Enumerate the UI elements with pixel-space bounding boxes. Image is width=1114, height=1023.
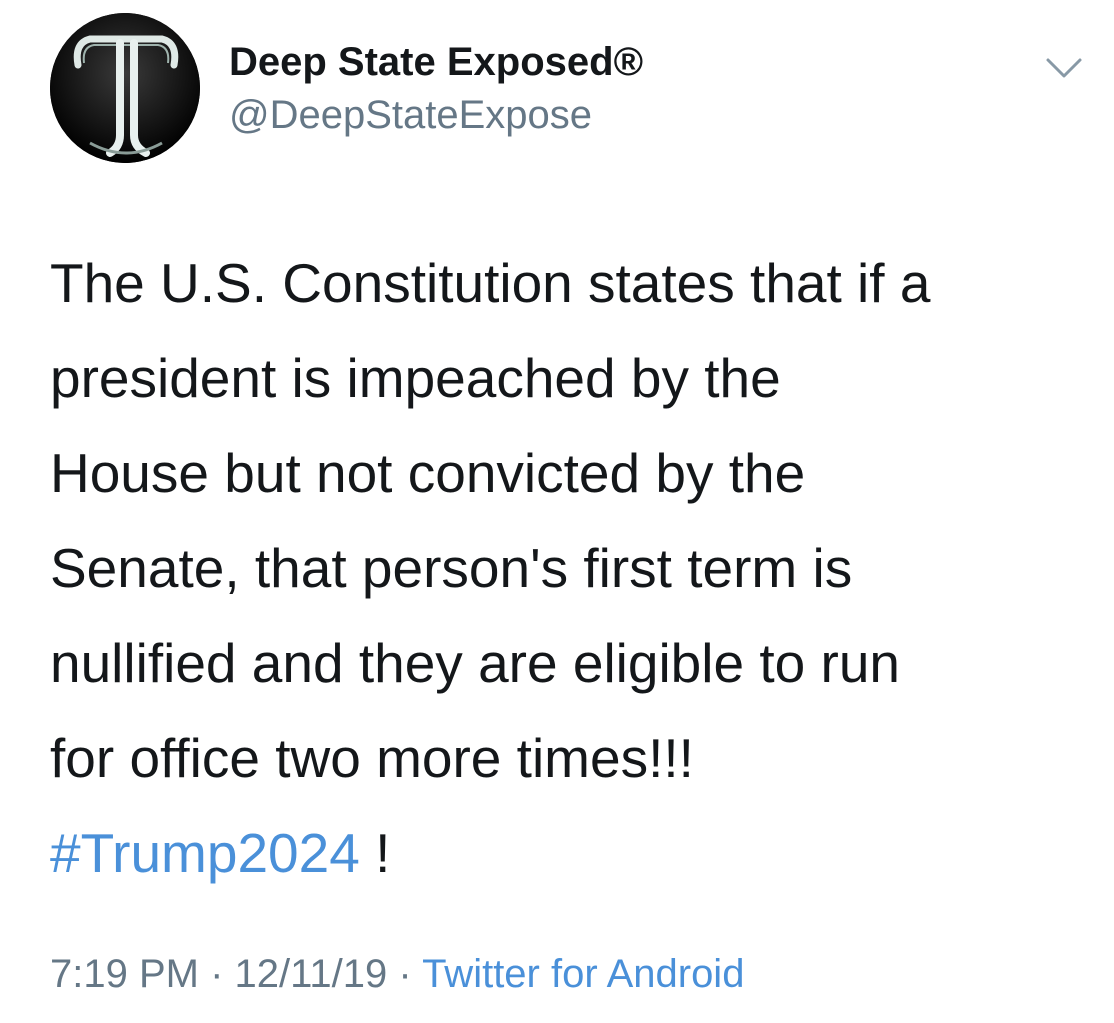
neon-letter-t-avatar-icon (50, 13, 200, 163)
meta-separator: · (387, 952, 423, 996)
hashtag-link[interactable]: #Trump2024 (50, 822, 360, 884)
display-name[interactable]: Deep State Exposed® (229, 38, 643, 86)
tweet-text-line: nullified and they are eligible to run (50, 632, 901, 694)
tweet-source-link[interactable]: Twitter for Android (422, 952, 744, 996)
avatar[interactable] (50, 13, 200, 163)
tweet-time[interactable]: 7:19 PM (50, 952, 199, 996)
tweet-date[interactable]: 12/11/19 (235, 952, 388, 996)
user-handle[interactable]: @DeepStateExpose (229, 91, 643, 139)
tweet-text-line: Senate, that person's first term is (50, 537, 853, 599)
tweet-text-line: for office two more times!!! (50, 727, 694, 789)
meta-separator: · (198, 952, 235, 996)
tweet: Deep State Exposed® @DeepStateExpose The… (0, 0, 1114, 1023)
tweet-text: The U.S. Constitution states that if a p… (50, 236, 1090, 901)
hashtag-suffix: ! (359, 822, 391, 884)
author-block[interactable]: Deep State Exposed® @DeepStateExpose (229, 38, 643, 139)
tweet-text-line: president is impeached by the (50, 347, 781, 409)
tweet-text-line: The U.S. Constitution states that if a (50, 252, 931, 314)
tweet-meta: 7:19 PM · 12/11/19 · Twitter for Android (50, 948, 744, 1000)
tweet-text-line: House but not convicted by the (50, 442, 806, 504)
chevron-down-icon[interactable] (1044, 54, 1084, 82)
hashtag-line: #Trump2024 ! (50, 806, 1090, 901)
